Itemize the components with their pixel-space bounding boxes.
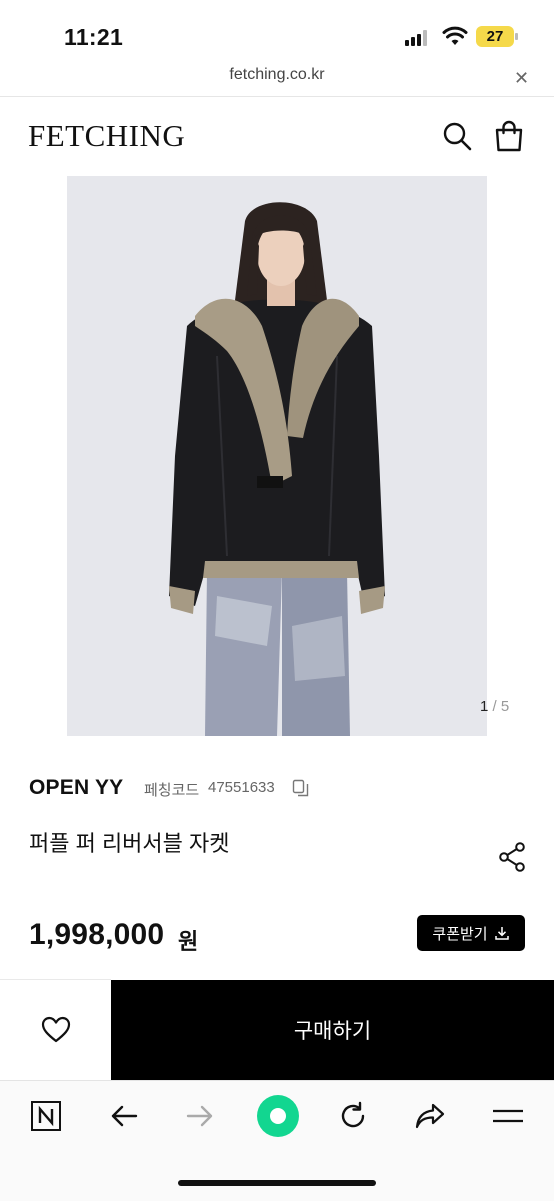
site-logo[interactable]: FETCHING [28, 118, 185, 154]
share-arrow-icon[interactable] [410, 1096, 450, 1136]
shopping-bag-icon[interactable] [494, 120, 524, 152]
back-arrow-icon[interactable] [104, 1096, 144, 1136]
menu-icon[interactable] [488, 1096, 528, 1136]
url-text[interactable]: fetching.co.kr [0, 66, 554, 84]
price-unit: 원 [178, 929, 199, 954]
wifi-icon [442, 26, 468, 45]
heart-icon [41, 1016, 70, 1043]
product-title: 퍼플 퍼 리버서블 자켓 [29, 831, 230, 856]
coupon-button[interactable]: 쿠폰받기 [417, 915, 525, 951]
divider [0, 96, 554, 97]
battery-indicator: 27 [476, 26, 518, 47]
n-home-icon[interactable] [26, 1096, 66, 1136]
product-image[interactable] [67, 176, 487, 736]
share-icon[interactable] [498, 842, 526, 872]
model-jacket-illustration [169, 202, 385, 736]
image-counter-total: 5 [500, 698, 510, 715]
reload-icon[interactable] [333, 1096, 373, 1136]
buy-button[interactable]: 구매하기 [111, 980, 554, 1080]
green-dot-icon[interactable] [256, 1094, 300, 1138]
brand-name[interactable]: OPEN YY [29, 776, 123, 800]
coupon-button-label: 쿠폰받기 [432, 925, 488, 943]
home-indicator [178, 1180, 376, 1186]
product-code-value: 47551633 [208, 779, 275, 796]
download-icon [494, 927, 509, 940]
product-code-label: 페칭코드 [144, 782, 200, 799]
forward-arrow-icon[interactable] [180, 1096, 220, 1136]
status-time: 11:21 [64, 24, 124, 50]
price-value: 1,998,000 [29, 918, 165, 951]
close-icon[interactable]: ✕ [514, 68, 529, 89]
image-counter-separator: / [488, 698, 501, 715]
wishlist-button[interactable] [0, 980, 111, 1080]
search-icon[interactable] [442, 121, 472, 151]
copy-icon[interactable] [292, 779, 310, 797]
image-counter: 1 / 5 [480, 698, 509, 715]
cellular-signal-icon [405, 30, 429, 46]
